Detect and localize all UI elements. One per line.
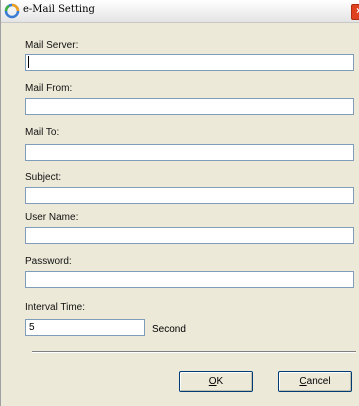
email-setting-dialog: e-Mail Setting × Mail Server: Mail From:… bbox=[0, 0, 359, 406]
text-caret bbox=[28, 56, 29, 68]
title-bar[interactable]: e-Mail Setting × bbox=[1, 0, 359, 23]
cancel-button[interactable]: Cancel bbox=[278, 371, 352, 392]
password-field[interactable] bbox=[25, 271, 354, 288]
cancel-mnemonic: C bbox=[299, 376, 307, 387]
cancel-label-rest: ancel bbox=[306, 376, 331, 387]
user-name-label: User Name: bbox=[25, 212, 79, 223]
user-name-field[interactable] bbox=[25, 227, 354, 244]
mail-from-label: Mail From: bbox=[25, 83, 73, 94]
window-title: e-Mail Setting bbox=[23, 4, 95, 15]
interval-time-label: Interval Time: bbox=[25, 302, 86, 313]
mail-to-label: Mail To: bbox=[25, 127, 60, 138]
mail-server-label: Mail Server: bbox=[25, 40, 79, 51]
subject-field[interactable] bbox=[25, 187, 354, 204]
interval-time-field[interactable] bbox=[25, 319, 145, 336]
mail-to-field[interactable] bbox=[25, 144, 354, 161]
ok-mnemonic: O bbox=[208, 376, 217, 387]
divider bbox=[32, 351, 356, 353]
mail-server-field[interactable] bbox=[25, 54, 354, 71]
ok-label-rest: K bbox=[216, 376, 224, 387]
ok-button[interactable]: OK bbox=[179, 371, 253, 392]
mail-from-field[interactable] bbox=[25, 98, 354, 115]
subject-label: Subject: bbox=[25, 172, 62, 183]
close-icon[interactable]: × bbox=[351, 4, 359, 20]
password-label: Password: bbox=[25, 256, 72, 267]
circular-arrow-icon bbox=[4, 3, 20, 19]
interval-unit-label: Second bbox=[152, 324, 186, 335]
